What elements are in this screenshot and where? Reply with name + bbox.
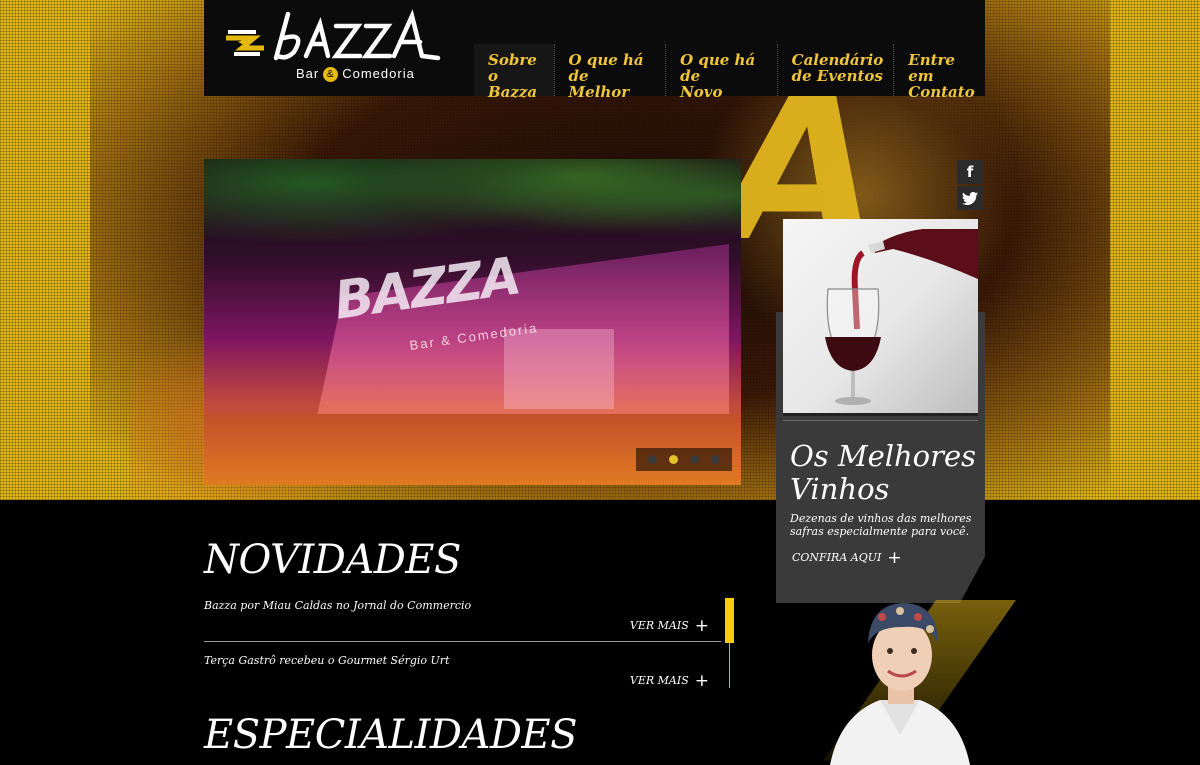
slide-window	[504, 329, 614, 409]
news-timeline	[729, 643, 730, 688]
ver-mais-link[interactable]: VER MAIS +	[630, 616, 709, 636]
section-title-especialidades: ESPECIALIDADES	[204, 712, 578, 758]
slider-dot[interactable]	[690, 455, 699, 464]
logo-subtitle: Bar & Comedoria	[296, 66, 415, 82]
hero-slider[interactable]: BAZZA Bar & Comedoria	[204, 159, 741, 485]
nav-item-contato[interactable]: Entre em Contato	[893, 44, 985, 100]
promo-divider	[783, 420, 978, 421]
site-header: Bar & Comedoria Sobre o Bazza O que há de …	[204, 0, 985, 100]
chef-photo	[820, 595, 980, 765]
wine-glass-illustration	[825, 229, 978, 405]
slider-dot-active[interactable]	[669, 455, 678, 464]
promo-title: Os Melhores Vinhos	[790, 439, 977, 506]
nav-item-sobre[interactable]: Sobre o Bazza	[474, 44, 554, 100]
promo-confira-link[interactable]: CONFIRA AQUI +	[792, 548, 902, 568]
slider-dot[interactable]	[648, 455, 657, 464]
nav-item-novo[interactable]: O que há de Novo	[665, 44, 777, 100]
slider-pagination	[636, 448, 732, 471]
plus-icon: +	[887, 548, 902, 568]
news-title[interactable]: Bazza por Miau Caldas no Jornal do Comme…	[204, 599, 471, 612]
ver-mais-link[interactable]: VER MAIS +	[630, 671, 709, 691]
main-nav: Sobre o Bazza O que há de Melhor O que h…	[474, 44, 985, 100]
slider-dot[interactable]	[711, 455, 720, 464]
section-title-novidades: NOVIDADES	[204, 537, 461, 583]
plus-icon: +	[694, 671, 709, 691]
twitter-bird-icon	[962, 191, 978, 205]
ampersand-badge: &	[323, 67, 339, 82]
nav-item-melhor[interactable]: O que há de Melhor	[553, 44, 666, 100]
twitter-icon[interactable]	[957, 186, 983, 210]
plus-icon: +	[694, 616, 709, 636]
chef-illustration	[830, 603, 970, 765]
news-title[interactable]: Terça Gastrô recebeu o Gourmet Sérgio Ur…	[204, 654, 450, 667]
promo-description: Dezenas de vinhos das melhores safras es…	[790, 512, 972, 538]
wine-photo	[783, 219, 978, 416]
news-item: Bazza por Miau Caldas no Jornal do Comme…	[204, 599, 721, 642]
bazza-logo-mark	[226, 9, 441, 61]
news-active-indicator	[725, 598, 734, 643]
news-item: Terça Gastrô recebeu o Gourmet Sérgio Ur…	[204, 654, 721, 709]
facebook-icon[interactable]: f	[957, 160, 983, 184]
nav-item-calendario[interactable]: Calendário de Eventos	[776, 44, 894, 96]
